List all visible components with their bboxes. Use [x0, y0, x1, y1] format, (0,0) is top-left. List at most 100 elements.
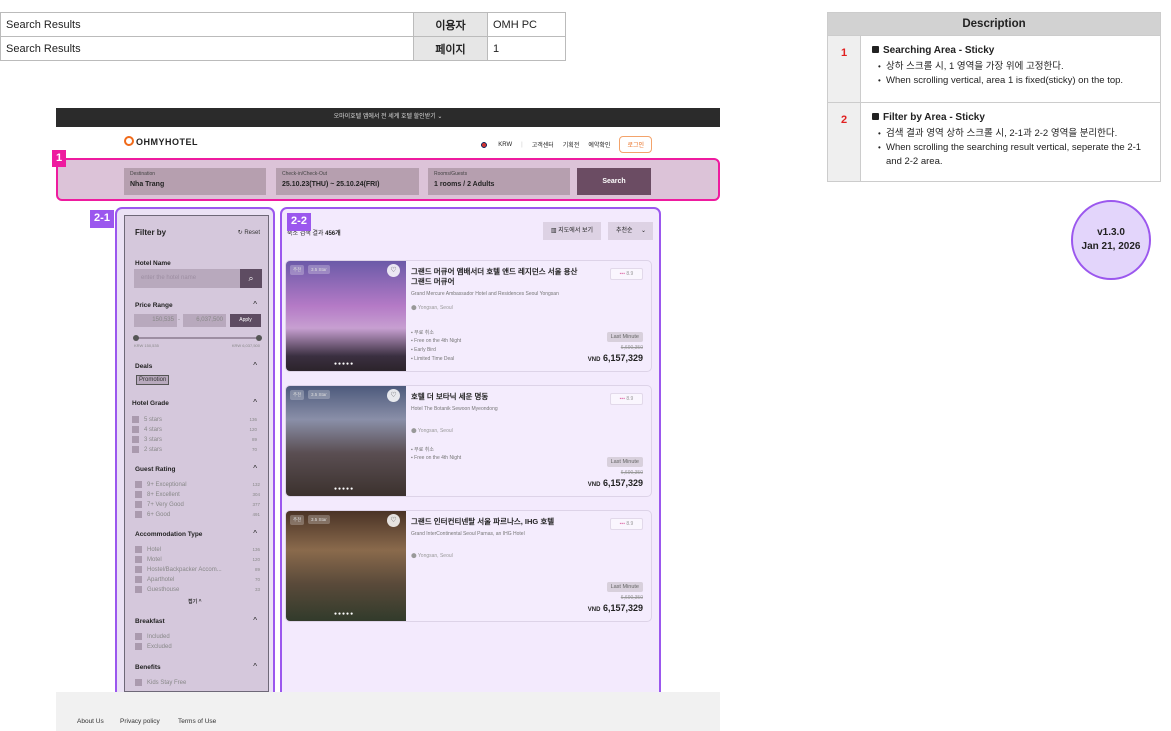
chevron-up-icon[interactable]: ^ [253, 464, 257, 473]
score-value: 8.9 [626, 271, 634, 277]
price-slider-track[interactable] [136, 337, 259, 339]
filter-checkbox-accom[interactable]: Aparthotel 70 [135, 576, 260, 583]
meta-row: Search Results 이용자 OMH PC [0, 12, 566, 37]
hotel-location: ⬤ Yongsan, Seoul [411, 305, 453, 311]
footer-about-link[interactable]: About Us [77, 718, 104, 725]
price-slider-max-handle[interactable] [256, 335, 262, 341]
chevron-up-icon[interactable]: ^ [253, 662, 257, 671]
review-score: ▪▪▪ 8.9 [610, 268, 643, 280]
collapse-button[interactable]: 접기 ^ [188, 598, 202, 605]
review-score: ▪▪▪ 8.9 [610, 518, 643, 530]
version-badge: v1.3.0 Jan 21, 2026 [1071, 200, 1151, 280]
hotel-name-input[interactable]: enter the hotel name [134, 269, 240, 288]
checkbox-icon [135, 679, 142, 686]
hotel-english-name: Grand InterContinental Seoul Parnas, an … [411, 531, 525, 537]
version-date: Jan 21, 2026 [1081, 241, 1141, 252]
price-slider-min-handle[interactable] [133, 335, 139, 341]
filter-checkbox-grade[interactable]: 5 stars 136 [132, 416, 257, 423]
filter-checkbox-grade[interactable]: 4 stars 120 [132, 426, 257, 433]
price-range-label: Price Range [135, 302, 173, 309]
search-button[interactable]: Search [577, 168, 651, 195]
login-button[interactable]: 로그인 [619, 136, 652, 153]
perk-label: 무료 취소 [414, 447, 434, 453]
app-promo-bar[interactable]: 오마이호텔 앱에서 전 세계 호텔 할인받기 ⌄ [56, 108, 720, 127]
hotel-title[interactable]: 그랜드 머큐어 앰배서더 호텔 앤드 레지던스 서울 용산 그랜드 머큐어 [411, 267, 581, 287]
price-max-input[interactable]: 6,037,500 [183, 314, 226, 327]
filter-checkbox-accom[interactable]: Hotel 136 [135, 546, 260, 553]
footer-privacy-link[interactable]: Privacy policy [120, 718, 160, 725]
star-badge: 3.5 Star [308, 390, 330, 399]
reset-button[interactable]: ↻ Reset [238, 229, 260, 236]
perk-item: ▪ Free on the 4th Night [411, 455, 461, 461]
apply-button[interactable]: Apply [230, 314, 261, 327]
checkbox-icon [132, 436, 139, 443]
field-value: 1 rooms / 2 Adults [434, 181, 495, 188]
description-row: 1 Searching Area - Sticky 상하 스크롤 시, 1 영역… [828, 35, 1160, 102]
dates-field[interactable]: Check-in/Check-Out 25.10.23(THU) ~ 25.10.… [276, 168, 419, 195]
location-pin-icon: ⬤ [411, 553, 418, 559]
price-min-input[interactable]: 150,535 [134, 314, 177, 327]
checkbox-label: 2 stars [144, 446, 163, 453]
korea-flag-icon [479, 140, 490, 149]
nav-reservation-check[interactable]: 예약확인 [588, 140, 610, 149]
chevron-up-icon[interactable]: ^ [253, 361, 257, 370]
chevron-up-icon[interactable]: ^ [253, 616, 257, 625]
filter-checkbox-breakfast[interactable]: Excluded [135, 643, 260, 650]
carousel-dots[interactable]: ●●●●● [334, 361, 354, 367]
hotel-card[interactable]: 추천 3.5 Star ♡ ●●●●● 호텔 더 보타닉 세운 명동 Hotel… [285, 385, 652, 497]
hotel-title[interactable]: 호텔 더 보타닉 세운 명동 [411, 392, 581, 402]
hotel-card[interactable]: 추천 3.5 Star ♡ ●●●●● 그랜드 머큐어 앰배서더 호텔 앤드 레… [285, 260, 652, 372]
accommodation-type-label: Accommodation Type [135, 531, 203, 538]
destination-field[interactable]: Destination Nha Trang [124, 168, 266, 195]
sort-select[interactable]: 추천순 ⌄ [608, 222, 653, 240]
filter-checkbox-accom[interactable]: Hostel/Backpacker Accom... 89 [135, 566, 260, 573]
filter-checkbox-grade[interactable]: 3 stars 89 [132, 436, 257, 443]
meta-value: 1 [487, 36, 566, 61]
search-icon[interactable]: ⌕ [240, 269, 262, 288]
price-value: 6,157,329 [602, 478, 643, 488]
footer-terms-link[interactable]: Terms of Use [178, 718, 216, 725]
filter-checkbox-benefits[interactable]: Kids Stay Free [135, 679, 260, 686]
perk-label: Early Bird [414, 347, 436, 353]
hotel-image[interactable]: 추천 3.5 Star ♡ ●●●●● [286, 261, 406, 371]
hotel-image[interactable]: 추천 3.5 Star ♡ ●●●●● [286, 386, 406, 496]
checkbox-icon [132, 446, 139, 453]
checkbox-label: 8+ Excellent [147, 491, 180, 498]
chevron-up-icon[interactable]: ^ [253, 529, 257, 538]
checkbox-label: 6+ Good [147, 511, 171, 518]
price-min-label: KRW 150,535 [134, 343, 159, 348]
hotel-image[interactable]: 추천 3.5 Star ♡ ●●●●● [286, 511, 406, 621]
filter-checkbox-rating[interactable]: 6+ Good 491 [135, 511, 260, 518]
checkbox-icon [132, 416, 139, 423]
results-area: 숙소 검색 결과 456개 ▥ 지도에서 보기 추천순 ⌄ 추천 3.5 Star… [280, 207, 661, 703]
heart-icon[interactable]: ♡ [387, 514, 400, 527]
filter-checkbox-rating[interactable]: 9+ Exceptional 132 [135, 481, 260, 488]
checkbox-icon [132, 426, 139, 433]
currency-selector[interactable]: KRW [498, 142, 512, 148]
guests-field[interactable]: Rooms/Guests 1 rooms / 2 Adults [428, 168, 570, 195]
heart-icon[interactable]: ♡ [387, 264, 400, 277]
carousel-dots[interactable]: ●●●●● [334, 486, 354, 492]
filter-checkbox-rating[interactable]: 8+ Excellent 304 [135, 491, 260, 498]
logo[interactable]: OHMYHOTEL [124, 136, 198, 147]
chevron-up-icon[interactable]: ^ [253, 398, 257, 407]
map-view-button[interactable]: ▥ 지도에서 보기 [543, 222, 601, 240]
filter-checkbox-accom[interactable]: Motel 120 [135, 556, 260, 563]
chevron-up-icon[interactable]: ^ [253, 300, 257, 309]
nav-promotions[interactable]: 기획전 [563, 140, 580, 149]
promotion-chip[interactable]: Promotion [136, 375, 170, 385]
hotel-title[interactable]: 그랜드 인터컨티넨탈 서울 파르나스, IHG 호텔 [411, 517, 581, 527]
hotel-location: ⬤ Yongsan, Seoul [411, 553, 453, 559]
filter-checkbox-rating[interactable]: 7+ Very Good 377 [135, 501, 260, 508]
filter-checkbox-breakfast[interactable]: Included [135, 633, 260, 640]
hotel-card[interactable]: 추천 3.5 Star ♡ ●●●●● 그랜드 인터컨티넨탈 서울 파르나스, … [285, 510, 652, 622]
heart-icon[interactable]: ♡ [387, 389, 400, 402]
nav-customer-center[interactable]: 고객센터 [532, 140, 554, 149]
filter-panel: Filter by ↻ Reset Hotel Name enter the h… [124, 215, 269, 692]
description-bullet: 검색 결과 영역 상하 스크롤 시, 2-1과 2-2 영역을 분리한다. [878, 127, 1149, 141]
carousel-dots[interactable]: ●●●●● [334, 611, 354, 617]
filter-checkbox-accom[interactable]: Guesthouse 33 [135, 586, 260, 593]
meta-key: 페이지 [413, 36, 488, 61]
filter-checkbox-grade[interactable]: 2 stars 70 [132, 446, 257, 453]
checkbox-label: 5 stars [144, 416, 163, 423]
